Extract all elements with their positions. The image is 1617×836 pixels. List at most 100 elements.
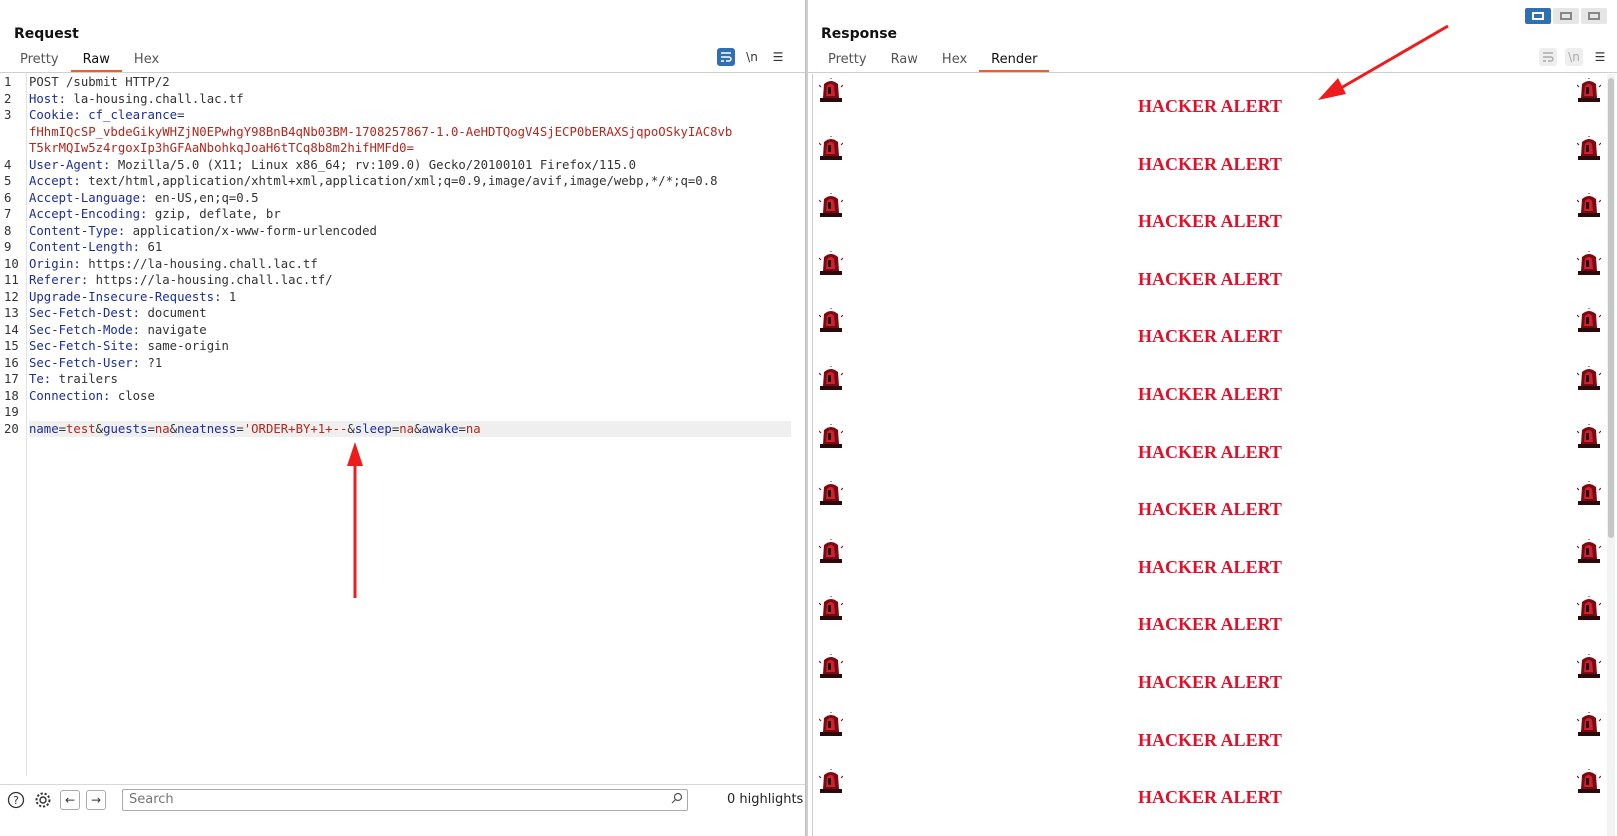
line-number: 8: [4, 223, 12, 238]
param-value: na: [465, 421, 481, 436]
line-number: 5: [4, 174, 12, 188]
hacker-alert-text: HACKER ALERT: [1138, 787, 1282, 808]
siren-icon: [1576, 710, 1602, 737]
siren-icon: [1576, 365, 1602, 391]
code-line[interactable]: Content-Length: 61: [29, 239, 162, 255]
tab-render[interactable]: Render: [979, 50, 1050, 72]
code-line[interactable]: Accept-Encoding: gzip, deflate, br: [29, 206, 281, 222]
code-line[interactable]: Te: trailers: [29, 371, 118, 387]
request-editor[interactable]: 1 2 3 4 5 6 7 8 9 10 11 12 13 14 15 16 17 18 19 20 POST /su…: [0, 73, 805, 776]
code-line[interactable]: Content-Type: application/x-www-form-url…: [29, 223, 377, 239]
response-scrollbar[interactable]: [1607, 74, 1615, 836]
alert-row: HACKER ALERT: [813, 74, 1607, 132]
code-line[interactable]: Sec-Fetch-Dest: document: [29, 305, 207, 321]
search-input[interactable]: [123, 792, 667, 807]
code-line[interactable]: Accept: text/html,application/xhtml+xml,…: [29, 173, 718, 189]
response-toolbar: \n ☰: [1539, 48, 1609, 66]
line-number: 3: [4, 108, 12, 122]
search-field[interactable]: [122, 788, 688, 811]
code-line[interactable]: name=test&guests=na&neatness='ORDER+BY+1…: [29, 421, 481, 437]
line-number: 7: [4, 207, 12, 221]
tab-pretty[interactable]: Pretty: [8, 50, 71, 72]
code-line[interactable]: fHhmIQcSP_vbdeGikyWHZjN0EPwhgY98BnB4qNb0…: [29, 124, 732, 140]
header-key: Upgrade-Insecure-Requests:: [29, 289, 222, 304]
split-horizontal-icon[interactable]: [1525, 8, 1551, 24]
line-number: 17: [4, 372, 19, 386]
header-value: la-housing.chall.lac.tf: [66, 91, 244, 106]
scrollbar-thumb[interactable]: [1608, 78, 1614, 538]
code-line[interactable]: Cookie: cf_clearance=: [29, 107, 184, 123]
header-value: gzip, deflate, br: [147, 207, 281, 221]
code-line[interactable]: Accept-Language: en-US,en;q=0.5: [29, 190, 259, 206]
line-number-gutter: 1 2 3 4 5 6 7 8 9 10 11 12 13 14 15 16 17 18 19 20: [0, 73, 27, 776]
alert-row: HACKER ALERT: [813, 592, 1607, 650]
siren-icon: [1576, 768, 1602, 794]
tab-pretty[interactable]: Pretty: [816, 50, 879, 72]
forward-arrow-icon[interactable]: →: [86, 789, 106, 810]
wrap-icon[interactable]: [717, 48, 735, 66]
header-value: 1: [221, 289, 237, 304]
layout-buttons: [1525, 8, 1607, 24]
code-line[interactable]: Origin: https://la-housing.chall.lac.tf: [29, 256, 318, 272]
highlight-count: 0 highlights: [727, 792, 804, 807]
code-line[interactable]: Host: la-housing.chall.lac.tf: [29, 91, 244, 107]
header-key: Content-Type:: [29, 223, 126, 238]
tab-hex[interactable]: Hex: [122, 50, 171, 72]
siren-icon: [1576, 192, 1602, 218]
header-key: guests: [103, 421, 148, 436]
code-line[interactable]: T5krMQIw5z4rgoxIp3hGFAaNbohkqJoaH6tTCq8b…: [29, 140, 414, 156]
hacker-alert-text: HACKER ALERT: [1138, 211, 1282, 232]
header-key: name: [29, 421, 59, 436]
header-value: ?1: [140, 355, 163, 370]
hacker-alert-text: HACKER ALERT: [1138, 153, 1282, 174]
line-number: 10: [4, 256, 19, 271]
response-tabs: Pretty Raw Hex Render: [816, 50, 1050, 72]
siren-icon: [1576, 307, 1602, 333]
wrap-icon[interactable]: [1539, 48, 1557, 66]
tab-raw[interactable]: Raw: [879, 50, 930, 72]
siren-icon: [1576, 480, 1602, 506]
header-key: User-Agent:: [29, 157, 111, 172]
newline-icon[interactable]: \n: [1565, 48, 1583, 66]
code-line[interactable]: User-Agent: Mozilla/5.0 (X11; Linux x86_…: [29, 157, 636, 173]
code-line[interactable]: Sec-Fetch-User: ?1: [29, 355, 162, 371]
code-line[interactable]: Upgrade-Insecure-Requests: 1: [29, 289, 236, 305]
siren-icon: [1576, 422, 1602, 449]
line-number: 4: [4, 157, 12, 172]
help-icon[interactable]: ?: [5, 789, 27, 811]
code-line[interactable]: Referer: https://la-housing.chall.lac.tf…: [29, 272, 333, 288]
search-icon[interactable]: [667, 792, 687, 807]
code-line[interactable]: Connection: close: [29, 388, 155, 404]
alert-row: HACKER ALERT: [813, 650, 1607, 708]
header-value: POST /submit HTTP/2: [29, 75, 170, 89]
siren-icon: [1576, 134, 1602, 161]
request-pane: Request Pretty Raw Hex \n ☰ 1 2 3 4 5 6 7 8 9 10 11 1…: [0, 0, 806, 836]
tab-raw[interactable]: Raw: [70, 50, 122, 72]
header-key: Origin:: [29, 256, 81, 271]
header-value: trailers: [51, 372, 118, 386]
hacker-alert-text: HACKER ALERT: [1138, 672, 1282, 692]
menu-icon[interactable]: ☰: [769, 48, 787, 66]
header-value: document: [140, 306, 207, 320]
rendered-response[interactable]: HACKER ALERT HACKER ALERT HACKER ALERT HACK…: [812, 74, 1607, 836]
hacker-alert-text: HACKER ALERT: [1138, 729, 1282, 750]
code-line[interactable]: POST /submit HTTP/2: [29, 74, 170, 90]
code-line[interactable]: Sec-Fetch-Site: same-origin: [29, 338, 229, 354]
header-key: Sec-Fetch-Site:: [29, 339, 141, 353]
request-tabs: Pretty Raw Hex: [8, 50, 171, 72]
back-arrow-icon[interactable]: ←: [60, 789, 80, 810]
tabbed-icon[interactable]: [1581, 8, 1607, 24]
header-value: &: [347, 421, 355, 436]
split-vertical-icon[interactable]: [1553, 8, 1579, 24]
header-key: Cookie:: [29, 108, 81, 122]
hacker-alert-text: HACKER ALERT: [1138, 556, 1282, 577]
newline-icon[interactable]: \n: [743, 48, 761, 66]
gear-icon[interactable]: [32, 789, 54, 811]
tab-hex[interactable]: Hex: [930, 50, 979, 72]
menu-icon[interactable]: ☰: [1591, 48, 1609, 66]
code-line[interactable]: Sec-Fetch-Mode: navigate: [29, 322, 207, 338]
header-key: Sec-Fetch-Dest:: [29, 306, 141, 320]
line-number: 2: [4, 91, 12, 106]
response-title: Response: [821, 26, 898, 42]
line-number: 19: [4, 405, 19, 419]
